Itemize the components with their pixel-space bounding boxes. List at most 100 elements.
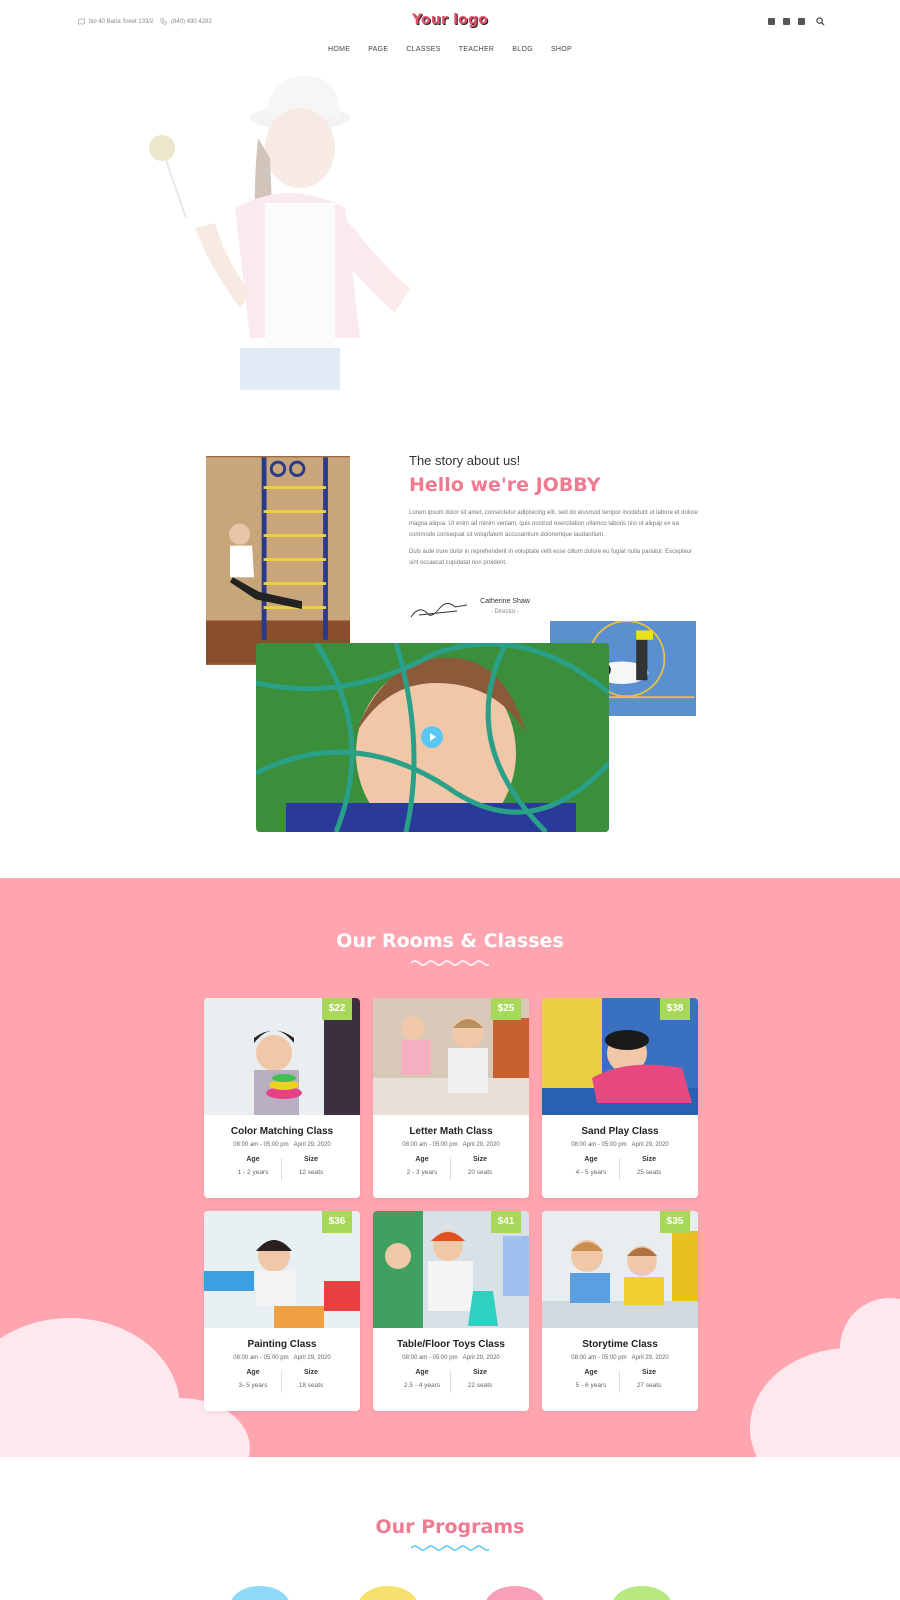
class-card[interactable]: $41 Table/Floor Toys Class 08:00 am - 05… [373,1211,529,1411]
class-name: Table/Floor Toys Class [397,1339,505,1350]
program-blob-blue[interactable] [230,1586,290,1600]
about-paragraph-2: Duis aute irure dolor in reprehenderit i… [409,549,693,566]
hero-image [140,68,440,390]
age-value: 5 - 6 years [575,1382,607,1389]
facebook-icon[interactable] [768,18,775,25]
play-button[interactable] [421,726,443,748]
class-image: $25 [373,998,529,1115]
size-label: Size [303,1369,318,1376]
about-paragraph-1: Lorem ipsum dolor sit amet, consectetur … [409,510,698,538]
director-block: Catherine Shaw - Director - [470,598,540,615]
class-meta: Age 2 - 3 years Size 20 seats [373,1156,529,1180]
class-card[interactable]: $36 Painting Class 08:00 am - 05:00 pm A… [204,1211,360,1411]
play-icon [430,733,436,741]
about-photo-girl-climbing [203,453,353,668]
class-schedule: 08:00 am - 05:00 pm April 29, 2020 [402,1355,500,1361]
size-value: 20 seats [467,1169,493,1176]
nav-shop[interactable]: SHOP [551,46,572,53]
meta-divider [619,1158,620,1180]
class-schedule: 08:00 am - 05:00 pm April 29, 2020 [233,1142,331,1148]
size-label: Size [303,1156,318,1163]
class-name: Storytime Class [582,1339,658,1350]
size-value: 27 seats [636,1382,662,1389]
size-value: 22 seats [467,1382,493,1389]
age-label: Age [584,1369,598,1376]
age-value: 4 - 5 years [575,1169,607,1176]
search-icon[interactable] [816,17,825,26]
age-label: Age [415,1369,429,1376]
director-name: Catherine Shaw [480,598,530,605]
class-image: $35 [542,1211,698,1328]
nav-page[interactable]: PAGE [368,46,388,53]
title-wave-decoration [411,960,489,966]
size-label: Size [641,1369,656,1376]
director-signature [410,603,468,618]
age-value: 3- 5 years [238,1382,268,1389]
program-blob-yellow[interactable] [358,1586,418,1600]
main-nav: HOME PAGE CLASSES TEACHER BLOG SHOP [0,46,900,53]
class-image: $38 [542,998,698,1115]
age-label: Age [415,1156,429,1163]
price-badge: $25 [491,998,521,1020]
class-meta: Age 5 - 6 years Size 27 seats [542,1369,698,1393]
age-value: 1 - 2 years [237,1169,269,1176]
nav-home[interactable]: HOME [328,46,350,53]
site-logo[interactable]: Your logo [0,12,900,28]
class-name: Color Matching Class [230,1126,334,1137]
size-value: 25 seats [636,1169,662,1176]
rooms-title: Our Rooms & Classes [336,930,564,952]
size-label: Size [472,1156,487,1163]
class-image: $41 [373,1211,529,1328]
age-value: 2.5 - 4 years [403,1382,441,1389]
class-image: $36 [204,1211,360,1328]
social-links [768,18,805,25]
class-card[interactable]: $22 Color Matching Class 08:00 am - 05:0… [204,998,360,1198]
class-name: Letter Math Class [409,1126,493,1137]
class-meta: Age 3- 5 years Size 18 seats [204,1369,360,1393]
class-schedule: 08:00 am - 05:00 pm April 29, 2020 [402,1142,500,1148]
meta-divider [450,1371,451,1393]
about-text-block: The story about us! Hello we're JOBBY Lo… [409,453,699,575]
class-meta: Age 4 - 5 years Size 25 seats [542,1156,698,1180]
meta-divider [450,1158,451,1180]
class-schedule: 08:00 am - 05:00 pm April 29, 2020 [233,1355,331,1361]
class-meta: Age 1 - 2 years Size 12 seats [204,1156,360,1180]
price-badge: $22 [322,998,352,1020]
nav-classes[interactable]: CLASSES [406,46,440,53]
price-badge: $36 [322,1211,352,1233]
age-value: 2 - 3 years [406,1169,438,1176]
twitter-icon[interactable] [783,18,790,25]
class-name: Sand Play Class [581,1126,659,1137]
age-label: Age [246,1156,260,1163]
class-card[interactable]: $25 Letter Math Class 08:00 am - 05:00 p… [373,998,529,1198]
class-image: $22 [204,998,360,1115]
program-blob-pink[interactable] [485,1586,545,1600]
size-label: Size [641,1156,656,1163]
nav-teacher[interactable]: TEACHER [459,46,495,53]
price-badge: $41 [491,1211,521,1233]
meta-divider [619,1371,620,1393]
instagram-icon[interactable] [798,18,805,25]
class-schedule: 08:00 am - 05:00 pm April 29, 2020 [571,1355,669,1361]
class-meta: Age 2.5 - 4 years Size 22 seats [373,1369,529,1393]
header: No 40 Baria Sreet 133/2 (840) 490 4283 Y… [0,0,900,44]
program-blob-green[interactable] [612,1586,672,1600]
class-card[interactable]: $38 Sand Play Class 08:00 am - 05:00 pm … [542,998,698,1198]
price-badge: $35 [660,1211,690,1233]
meta-divider [281,1371,282,1393]
price-badge: $38 [660,998,690,1020]
programs-title: Our Programs [375,1516,525,1538]
age-label: Age [584,1156,598,1163]
class-schedule: 08:00 am - 05:00 pm April 29, 2020 [571,1142,669,1148]
nav-blog[interactable]: BLOG [512,46,533,53]
meta-divider [281,1158,282,1180]
size-value: 12 seats [298,1169,324,1176]
class-card[interactable]: $35 Storytime Class 08:00 am - 05:00 pm … [542,1211,698,1411]
size-value: 18 seats [298,1382,324,1389]
director-role: - Director - [490,609,520,615]
size-label: Size [472,1369,487,1376]
about-subtitle: The story about us! [409,453,521,468]
age-label: Age [246,1369,260,1376]
programs-wave-decoration [411,1545,489,1551]
rooms-section: Our Rooms & Classes $22 Color Matching C… [0,878,900,1457]
